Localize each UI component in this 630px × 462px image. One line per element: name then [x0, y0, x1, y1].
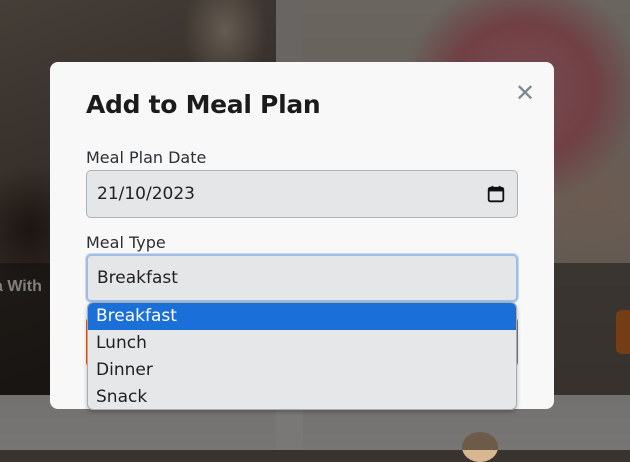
meal-type-option-dinner[interactable]: Dinner [88, 357, 516, 384]
meal-type-option-snack[interactable]: Snack [88, 384, 516, 409]
meal-plan-date-label: Meal Plan Date [86, 148, 207, 167]
calendar-icon[interactable] [487, 185, 505, 203]
meal-type-dropdown-list: Breakfast Lunch Dinner Snack [87, 302, 517, 410]
meal-type-label: Meal Type [86, 233, 166, 252]
meal-type-option-lunch[interactable]: Lunch [88, 330, 516, 357]
meal-type-select[interactable]: Breakfast [86, 254, 518, 302]
meal-plan-date-value: 21/10/2023 [97, 184, 195, 204]
meal-plan-date-input[interactable]: 21/10/2023 [86, 170, 518, 218]
close-icon[interactable]: ✕ [512, 80, 538, 106]
meal-type-selected-value: Breakfast [97, 268, 178, 288]
meal-type-option-breakfast[interactable]: Breakfast [88, 303, 516, 330]
modal-title: Add to Meal Plan [86, 90, 321, 119]
